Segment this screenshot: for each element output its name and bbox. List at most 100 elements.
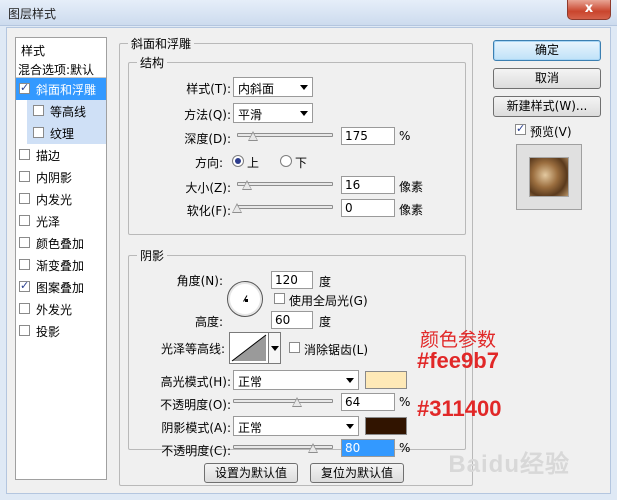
depth-slider[interactable] (237, 131, 333, 141)
shadow-hex-annotation: #311400 (417, 396, 502, 421)
style-item-label: 投影 (36, 325, 61, 339)
highlight-mode-value: 正常 (238, 375, 263, 389)
style-item[interactable]: 渐变叠加 (16, 254, 106, 276)
direction-up-label[interactable]: 上 (247, 154, 259, 171)
slider-thumb[interactable] (248, 131, 259, 141)
styles-header[interactable]: 样式 (16, 38, 106, 58)
slider-thumb[interactable] (292, 397, 302, 407)
soften-label: 软化(F): (186, 204, 231, 218)
style-item-checkbox[interactable] (19, 237, 30, 248)
new-style-button[interactable]: 新建样式(W)... (493, 96, 601, 117)
gloss-contour-dropdown[interactable] (269, 332, 281, 364)
style-select[interactable]: 内斜面 (233, 77, 313, 97)
structure-group: 结构 样式(T): 内斜面 方法(Q): 平滑 深度(D): 175 % 方向:… (128, 54, 466, 235)
style-item[interactable]: 内发光 (16, 188, 106, 210)
style-item-checkbox[interactable] (19, 149, 30, 160)
altitude-input[interactable]: 60 (271, 311, 313, 329)
style-item[interactable]: 纹理 (27, 122, 106, 144)
direction-up-radio[interactable] (232, 155, 244, 167)
contour-curve-icon (231, 334, 267, 362)
angle-dial[interactable] (227, 281, 263, 317)
style-item-label: 内发光 (36, 193, 73, 207)
slider-track (233, 445, 333, 449)
style-item-checkbox[interactable] (33, 105, 44, 116)
gloss-contour-label: 光泽等高线: (160, 342, 225, 356)
style-item[interactable]: 等高线 (27, 100, 106, 122)
style-item-checkbox[interactable] (19, 259, 30, 270)
style-item[interactable]: 斜面和浮雕 (16, 78, 106, 100)
style-item-checkbox[interactable] (19, 171, 30, 182)
window-title: 图层样式 (8, 7, 57, 21)
antialias-checkbox[interactable] (289, 342, 300, 353)
style-item-checkbox[interactable] (19, 303, 30, 314)
depth-label: 深度(D): (184, 132, 231, 146)
slider-track (233, 399, 333, 403)
angle-input[interactable]: 120 (271, 271, 313, 289)
ok-button[interactable]: 确定 (493, 40, 601, 61)
gloss-contour-preview[interactable] (229, 332, 269, 364)
global-light-label[interactable]: 使用全局光(G) (289, 292, 368, 309)
highlight-mode-select[interactable]: 正常 (233, 370, 359, 390)
style-item-checkbox[interactable] (19, 325, 30, 336)
highlight-hex-annotation: #fee9b7 (417, 348, 499, 373)
global-light-checkbox[interactable] (274, 293, 285, 304)
style-item[interactable]: 描边 (16, 144, 106, 166)
style-item-checkbox[interactable] (19, 81, 30, 94)
style-preview (516, 144, 582, 210)
cancel-button[interactable]: 取消 (493, 68, 601, 89)
style-item-checkbox[interactable] (19, 279, 30, 292)
chevron-down-icon (346, 378, 354, 383)
style-item[interactable]: 投影 (16, 320, 106, 342)
style-item-label: 等高线 (50, 105, 87, 119)
style-item[interactable]: 外发光 (16, 298, 106, 320)
highlight-mode-label: 高光模式(H): (160, 375, 231, 389)
close-button[interactable]: x (567, 0, 611, 20)
shading-title: 阴影 (137, 247, 168, 264)
technique-select[interactable]: 平滑 (233, 103, 313, 123)
reset-default-button[interactable]: 复位为默认值 (310, 463, 404, 483)
direction-down-label[interactable]: 下 (295, 154, 307, 171)
style-item-checkbox[interactable] (19, 215, 30, 226)
depth-input[interactable]: 175 (341, 127, 395, 145)
style-select-value: 内斜面 (238, 82, 275, 96)
size-label: 大小(Z): (185, 181, 231, 195)
shadow-color-swatch[interactable] (365, 417, 407, 435)
preview-label[interactable]: 预览(V) (530, 123, 572, 140)
style-item-label: 纹理 (50, 127, 75, 141)
angle-label: 角度(N): (176, 274, 223, 288)
size-input[interactable]: 16 (341, 176, 395, 194)
highlight-opacity-input[interactable]: 64 (341, 393, 395, 411)
technique-label: 方法(Q): (184, 108, 231, 122)
shadow-mode-select[interactable]: 正常 (233, 416, 359, 436)
antialias-label[interactable]: 消除锯齿(L) (304, 341, 368, 358)
style-item[interactable]: 光泽 (16, 210, 106, 232)
shadow-opacity-input[interactable]: 80 (341, 439, 395, 457)
baidu-watermark: Baidu经验 (448, 451, 570, 478)
style-item-checkbox[interactable] (19, 193, 30, 204)
style-item[interactable]: 内阴影 (16, 166, 106, 188)
slider-thumb[interactable] (241, 180, 252, 190)
highlight-color-swatch[interactable] (365, 371, 407, 389)
style-item[interactable]: 颜色叠加 (16, 232, 106, 254)
slider-thumb[interactable] (308, 443, 318, 453)
depth-unit: % (399, 129, 411, 143)
direction-down-radio[interactable] (280, 155, 292, 167)
style-item-label: 图案叠加 (36, 281, 85, 295)
dialog-client: 样式 混合选项:默认 斜面和浮雕等高线纹理描边内阴影内发光光泽颜色叠加渐变叠加图… (6, 27, 611, 494)
blend-options-item[interactable]: 混合选项:默认 (16, 58, 106, 78)
size-slider[interactable] (237, 180, 333, 190)
style-item-checkbox[interactable] (33, 127, 44, 138)
highlight-opacity-slider[interactable] (233, 397, 333, 407)
soften-input[interactable]: 0 (341, 199, 395, 217)
preview-thumbnail (529, 157, 569, 197)
chevron-down-icon (271, 346, 279, 351)
structure-title: 结构 (137, 54, 168, 71)
make-default-button[interactable]: 设置为默认值 (204, 463, 298, 483)
preview-checkbox[interactable] (515, 122, 526, 135)
soften-slider[interactable] (232, 203, 333, 213)
shadow-opacity-slider[interactable] (233, 443, 333, 453)
slider-thumb[interactable] (232, 203, 242, 213)
styles-list: 样式 混合选项:默认 斜面和浮雕等高线纹理描边内阴影内发光光泽颜色叠加渐变叠加图… (15, 37, 107, 480)
style-item[interactable]: 图案叠加 (16, 276, 106, 298)
shadow-mode-value: 正常 (238, 421, 263, 435)
